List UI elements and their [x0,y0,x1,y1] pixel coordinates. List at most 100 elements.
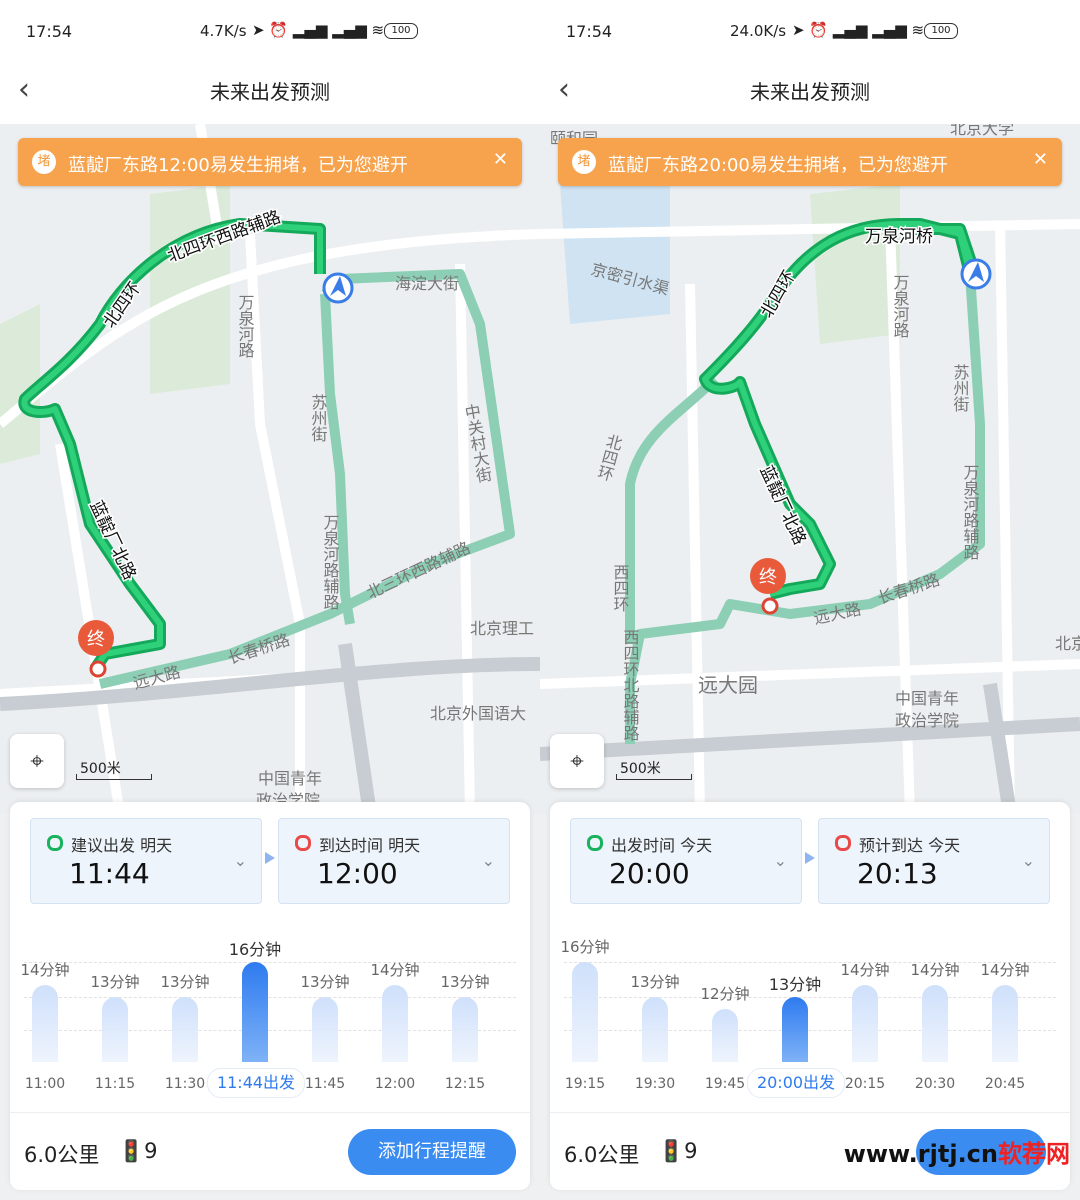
chart-bar[interactable] [782,997,808,1062]
add-trip-reminder-button[interactable]: 添加行程提醒 [348,1129,516,1175]
svg-text:北京理工: 北京理工 [470,619,534,638]
map-scale: 500米 [616,760,692,780]
svg-text:北京: 北京 [1055,634,1080,653]
chart-bar[interactable] [172,997,198,1062]
bar-value-label: 13分钟 [440,973,490,991]
chart-bar[interactable] [712,1008,738,1062]
chart-bar[interactable] [452,997,478,1062]
chevron-down-icon: ⌄ [1021,851,1035,870]
nav-bar: ‹ 未来出发预测 [0,62,540,124]
status-bar: 17:54 4.7K/s ➤ ⏰ ▂▄▆ ▂▄▆ ≋ 100 [0,0,540,62]
departure-time-selector[interactable]: 建议出发 明天 11:44 ⌄ [30,818,262,904]
grid-line [564,1030,1056,1031]
trip-panel: 建议出发 明天 11:44 ⌄ 到达时间 明天 12:00 ⌄ 14分钟 11:0… [10,802,530,1190]
battery-icon: 100 [384,23,418,39]
time-tick-label[interactable]: 20:15 [830,1076,900,1092]
svg-text:海淀大街: 海淀大街 [395,274,459,293]
locate-icon[interactable]: ⌖ [10,734,64,788]
chevron-down-icon: ⌄ [481,851,495,870]
chevron-down-icon: ⌄ [233,851,247,870]
bar-value-label: 16分钟 [228,940,282,959]
departure-time-selector[interactable]: 出发时间 今天 20:00 ⌄ [570,818,802,904]
arrival-time-selector[interactable]: 预计到达 今天 20:13 ⌄ [818,818,1050,904]
chart-bar[interactable] [102,997,128,1062]
arrival-time-selector[interactable]: 到达时间 明天 12:00 ⌄ [278,818,510,904]
bar-value-label: 13分钟 [768,975,822,994]
signal-icons: ➤ ⏰ ▂▄▆ ▂▄▆ ≋ [252,21,385,39]
svg-text:中国青年: 中国青年 [895,689,959,708]
traffic-light-icon: 🚦 [118,1139,145,1163]
chart-bar[interactable] [572,962,598,1062]
bar-value-label: 14分钟 [370,961,420,980]
trip-footer: 6.0公里 🚦9 添加行程提醒 [10,1112,530,1191]
svg-text:政治学院: 政治学院 [895,711,959,730]
departure-time: 11:44 [69,857,150,890]
grid-line [24,997,516,998]
time-tick-label[interactable]: 19:15 [550,1076,620,1092]
network-speed: 24.0K/s [730,22,787,40]
chart-bar[interactable] [382,985,408,1062]
chevron-down-icon: ⌄ [773,851,787,870]
arrival-time: 20:13 [857,857,938,890]
distance: 6.0公里 [24,1143,100,1167]
locate-icon[interactable]: ⌖ [550,734,604,788]
congestion-badge: 堵 [32,150,56,174]
page-title: 未来出发预测 [750,80,870,104]
battery-icon: 100 [924,23,958,39]
chart-bar[interactable] [242,962,268,1062]
traffic-lights: 🚦9 [118,1139,158,1163]
chart-bar[interactable] [992,985,1018,1062]
chart-bar[interactable] [922,985,948,1062]
time-tick-label[interactable]: 11:00 [10,1076,80,1092]
right-screen: 17:54 24.0K/s ➤ ⏰ ▂▄▆ ▂▄▆ ≋ 100 ‹ 未来出发预测 [540,0,1080,1200]
congestion-alert: 堵 蓝靛厂东路20:00易发生拥堵，已为您避开 ✕ [558,138,1062,186]
bar-value-label: 13分钟 [160,973,210,991]
bar-value-label: 14分钟 [980,961,1030,980]
congestion-badge: 堵 [572,150,596,174]
bar-value-label: 13分钟 [300,973,350,991]
bar-value-label: 16分钟 [560,938,610,956]
close-icon[interactable]: ✕ [493,149,508,170]
traffic-lights: 🚦9 [658,1139,698,1163]
svg-text:终: 终 [759,567,777,588]
bar-value-label: 14分钟 [840,961,890,980]
distance: 6.0公里 [564,1143,640,1167]
route-map[interactable]: 北四环西路辅路 北四环 万泉河路 海淀大街 苏州街 中关村大街 蓝靛厂北路 万泉… [0,124,540,814]
alert-message: 蓝靛厂东路12:00易发生拥堵，已为您避开 [68,155,408,176]
map-canvas: 北四环西路辅路 北四环 万泉河路 海淀大街 苏州街 中关村大街 蓝靛厂北路 万泉… [0,124,540,814]
time-tick-label[interactable]: 12:00 [360,1076,430,1092]
svg-text:北京大学: 北京大学 [950,124,1014,138]
time-tick-label[interactable]: 20:45 [970,1076,1040,1092]
arrival-time: 12:00 [317,857,398,890]
time-tick-label[interactable]: 12:15 [430,1076,500,1092]
grid-line [24,1030,516,1031]
svg-text:苏州街: 苏州街 [951,364,970,412]
time-tick-label[interactable]: 11:45 [290,1076,360,1092]
time-tick-label[interactable]: 20:30 [900,1076,970,1092]
svg-text:中国青年: 中国青年 [258,769,322,788]
grid-line [564,997,1056,998]
chart-bar[interactable] [852,985,878,1062]
svg-text:万泉河桥: 万泉河桥 [865,227,933,247]
arrow-right-icon [805,852,815,864]
chart-bar[interactable] [312,997,338,1062]
svg-text:万泉河路: 万泉河路 [891,274,910,338]
traffic-light-icon: 🚦 [658,1139,685,1163]
chart-bar[interactable] [32,985,58,1062]
time-tick-label[interactable]: 11:15 [80,1076,150,1092]
svg-text:终: 终 [87,629,105,650]
route-map[interactable]: 颐和园 北京大学 万泉河桥 北四环 万泉河路 京密引水渠 苏州街 万泉河路辅路 … [540,124,1080,814]
departure-time: 20:00 [609,857,690,890]
duration-chart: 16分钟 19:15 13分钟 19:30 12分钟 19:45 13分钟 20:00出发 14… [550,922,1070,1102]
signal-icons: ➤ ⏰ ▂▄▆ ▂▄▆ ≋ [792,21,925,39]
svg-text:万泉河路辅路: 万泉河路辅路 [321,514,340,610]
chart-bar[interactable] [642,997,668,1062]
bar-value-label: 14分钟 [910,961,960,980]
status-time: 17:54 [566,22,613,41]
time-tick-label[interactable]: 19:30 [620,1076,690,1092]
close-icon[interactable]: ✕ [1033,149,1048,170]
status-bar: 17:54 24.0K/s ➤ ⏰ ▂▄▆ ▂▄▆ ≋ 100 [540,0,1080,62]
bar-value-label: 13分钟 [630,973,680,991]
bar-value-label: 14分钟 [20,961,70,980]
network-speed: 4.7K/s [200,22,247,40]
